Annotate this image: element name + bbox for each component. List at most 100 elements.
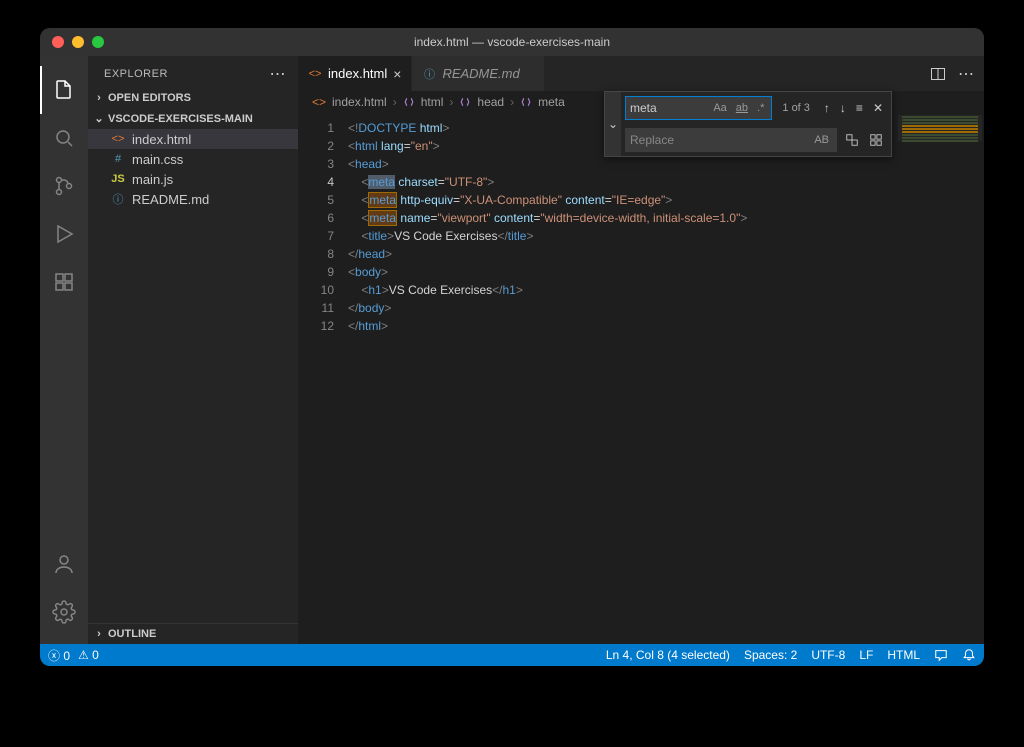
find-result-count: 1 of 3 xyxy=(776,102,816,114)
editor-tabs: <> index.html × ⓘ README.md × ⋯ xyxy=(298,56,984,91)
preserve-case-icon[interactable]: AB xyxy=(811,132,832,148)
replace-input[interactable]: Replace xyxy=(630,133,811,147)
close-window-button[interactable] xyxy=(52,36,64,48)
breadcrumb-segment[interactable]: html xyxy=(421,95,444,109)
replace-one-icon[interactable] xyxy=(841,131,863,149)
activity-scm[interactable] xyxy=(40,162,88,210)
line-gutter: 123456789101112 xyxy=(298,113,348,644)
tab-title: index.html xyxy=(328,66,387,81)
split-editor-icon[interactable] xyxy=(930,66,946,82)
file-name-label: index.html xyxy=(132,132,191,147)
more-actions-icon[interactable]: ⋯ xyxy=(958,64,974,84)
html-file-icon: <> xyxy=(110,131,126,147)
match-case-icon[interactable]: Aa xyxy=(710,100,729,116)
gear-icon xyxy=(52,600,76,624)
find-in-selection-icon[interactable]: ≡ xyxy=(852,99,867,117)
symbol-icon xyxy=(459,96,471,108)
extensions-icon xyxy=(52,270,76,294)
status-encoding[interactable]: UTF-8 xyxy=(811,648,845,662)
replace-all-icon[interactable] xyxy=(865,131,887,149)
account-icon xyxy=(52,552,76,576)
status-eol[interactable]: LF xyxy=(859,648,873,662)
close-tab-icon[interactable]: × xyxy=(393,66,401,82)
find-replace-widget: ⌄ meta Aa ab .* 1 of 3 xyxy=(604,91,892,157)
window-title: index.html — vscode-exercises-main xyxy=(40,35,984,49)
file-name-label: main.css xyxy=(132,152,183,167)
sidebar-title: EXPLORER xyxy=(104,68,168,80)
titlebar[interactable]: index.html — vscode-exercises-main xyxy=(40,28,984,56)
breadcrumb-separator-icon: › xyxy=(510,95,514,109)
symbol-icon xyxy=(403,96,415,108)
activity-explorer[interactable] xyxy=(40,66,88,114)
sidebar-explorer: EXPLORER ⋯ › OPEN EDITORS ⌄ VSCODE-EXERC… xyxy=(88,56,298,644)
minimize-window-button[interactable] xyxy=(72,36,84,48)
info-file-icon: ⓘ xyxy=(110,191,126,207)
replace-input-wrap[interactable]: Replace AB xyxy=(625,128,837,152)
activity-bottom xyxy=(40,540,88,644)
activity-run[interactable] xyxy=(40,210,88,258)
search-icon xyxy=(52,126,76,150)
find-next-icon[interactable]: ↓ xyxy=(836,99,850,117)
find-input[interactable]: meta xyxy=(630,101,710,115)
activity-settings[interactable] xyxy=(40,588,88,636)
find-input-wrap[interactable]: meta Aa ab .* xyxy=(625,96,772,120)
chevron-right-icon: › xyxy=(94,628,104,640)
js-file-icon: JS xyxy=(110,171,126,187)
editor-tab[interactable]: ⓘREADME.md× xyxy=(412,56,544,91)
close-find-icon[interactable]: ✕ xyxy=(869,99,887,117)
editor-area: <>index.html×ⓘREADME.md× ⋯ <>index.html›… xyxy=(298,56,984,644)
html-file-icon: <> xyxy=(312,95,326,109)
run-debug-icon xyxy=(52,222,76,246)
code-content[interactable]: <!DOCTYPE html><html lang="en"><head> <m… xyxy=(348,113,896,644)
breadcrumb-separator-icon: › xyxy=(449,95,453,109)
html-file-icon: <> xyxy=(308,67,322,81)
sidebar-more-icon[interactable]: ⋯ xyxy=(270,64,287,84)
minimap[interactable] xyxy=(896,113,984,644)
breadcrumb-segment[interactable]: index.html xyxy=(332,95,387,109)
regex-icon[interactable]: .* xyxy=(754,100,767,116)
status-bell-icon[interactable] xyxy=(962,648,976,662)
activity-search[interactable] xyxy=(40,114,88,162)
source-control-icon xyxy=(52,174,76,198)
css-file-icon: # xyxy=(110,151,126,167)
breadcrumb-segment[interactable]: head xyxy=(477,95,504,109)
folder-section[interactable]: ⌄ VSCODE-EXERCISES-MAIN xyxy=(88,108,298,129)
status-feedback-icon[interactable] xyxy=(934,648,948,662)
editor-body: 123456789101112 <!DOCTYPE html><html lan… xyxy=(298,113,984,644)
activity-bar xyxy=(40,56,88,644)
open-editors-section[interactable]: › OPEN EDITORS xyxy=(88,88,298,108)
file-tree-item[interactable]: JS main.js xyxy=(88,169,298,189)
find-prev-icon[interactable]: ↑ xyxy=(820,99,834,117)
tab-actions: ⋯ xyxy=(930,56,984,91)
match-word-icon[interactable]: ab xyxy=(733,100,751,116)
status-cursor[interactable]: Ln 4, Col 8 (4 selected) xyxy=(606,648,730,662)
file-name-label: README.md xyxy=(132,192,209,207)
workbench-body: EXPLORER ⋯ › OPEN EDITORS ⌄ VSCODE-EXERC… xyxy=(40,56,984,644)
status-warnings[interactable]: ⚠ 0 xyxy=(78,648,99,662)
breadcrumb-separator-icon: › xyxy=(393,95,397,109)
status-language[interactable]: HTML xyxy=(887,648,920,662)
toggle-replace-icon[interactable]: ⌄ xyxy=(605,92,621,156)
zoom-window-button[interactable] xyxy=(92,36,104,48)
file-tree-item[interactable]: # main.css xyxy=(88,149,298,169)
chevron-right-icon: › xyxy=(94,92,104,104)
tab-title: README.md xyxy=(442,66,519,81)
file-name-label: main.js xyxy=(132,172,173,187)
window-controls xyxy=(40,36,104,48)
chevron-down-icon: ⌄ xyxy=(94,112,104,125)
activity-extensions[interactable] xyxy=(40,258,88,306)
files-icon xyxy=(52,78,76,102)
status-indent[interactable]: Spaces: 2 xyxy=(744,648,797,662)
symbol-icon xyxy=(520,96,532,108)
file-tree-item[interactable]: <> index.html xyxy=(88,129,298,149)
minimap-viewport[interactable] xyxy=(898,115,982,141)
file-tree-item[interactable]: ⓘ README.md xyxy=(88,189,298,209)
activity-accounts[interactable] xyxy=(40,540,88,588)
breadcrumb-segment[interactable]: meta xyxy=(538,95,565,109)
sidebar-header: EXPLORER ⋯ xyxy=(88,56,298,88)
status-errors[interactable]: ⓧ 0 xyxy=(48,647,70,664)
status-bar: ⓧ 0 ⚠ 0 Ln 4, Col 8 (4 selected) Spaces:… xyxy=(40,644,984,666)
info-file-icon: ⓘ xyxy=(422,67,436,81)
outline-section[interactable]: › OUTLINE xyxy=(88,623,298,644)
editor-tab[interactable]: <> index.html × xyxy=(298,56,412,91)
